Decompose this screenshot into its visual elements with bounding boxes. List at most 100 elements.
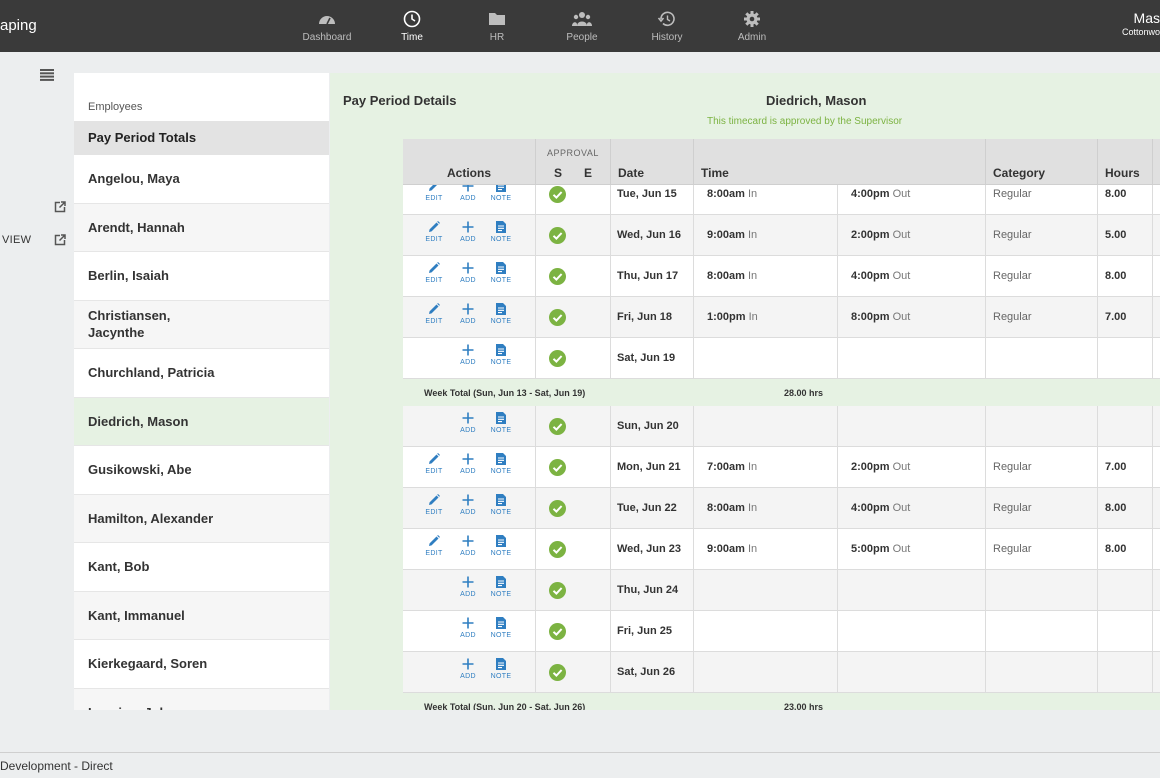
table-row: ADD NOTE Sat, Jun 19 <box>403 338 1160 379</box>
employee-list-item[interactable]: Diedrich, Mason <box>74 397 329 446</box>
note-button[interactable]: NOTE <box>488 261 514 284</box>
employee-name: Churchland, Patricia <box>88 365 215 381</box>
table-row: EDIT ADD NOTE Tue, Jun 22 8:00am In 4:00pm Ou… <box>403 488 1160 529</box>
edit-label: EDIT <box>425 236 443 243</box>
time-in[interactable]: 9:00am In <box>707 229 757 241</box>
note-icon <box>496 221 506 233</box>
time-in[interactable]: 8:00am In <box>707 270 757 282</box>
add-button[interactable]: ADD <box>455 343 481 366</box>
time-out[interactable]: 2:00pm Out <box>851 229 910 241</box>
time-in[interactable]: 8:00am In <box>707 188 757 200</box>
folder-icon <box>489 13 505 25</box>
employee-name: Kant, Bob <box>88 559 150 575</box>
employee-list-item[interactable]: Angelou, Maya <box>74 155 329 204</box>
time-out[interactable]: 2:00pm Out <box>851 461 910 473</box>
plus-icon <box>462 535 474 547</box>
row-date: Fri, Jun 25 <box>617 625 673 637</box>
edit-button[interactable]: EDIT <box>421 493 447 516</box>
time-out[interactable]: 5:00pm Out <box>851 543 910 555</box>
note-icon <box>496 617 506 629</box>
add-button[interactable]: ADD <box>455 261 481 284</box>
note-button[interactable]: NOTE <box>488 452 514 475</box>
view-link[interactable]: VIEW <box>2 234 31 246</box>
nav-dashboard[interactable]: Dashboard <box>287 10 367 43</box>
employee-list-item[interactable]: Churchland, Patricia <box>74 349 329 398</box>
edit-button[interactable]: EDIT <box>421 220 447 243</box>
note-button[interactable]: NOTE <box>488 220 514 243</box>
employee-list-item[interactable]: Kant, Bob <box>74 543 329 592</box>
employee-name: Gusikowski, Abe <box>88 462 192 478</box>
external-link-icon[interactable] <box>54 201 66 213</box>
add-button[interactable]: ADD <box>455 185 481 202</box>
time-out[interactable]: 4:00pm Out <box>851 188 910 200</box>
note-button[interactable]: NOTE <box>488 575 514 598</box>
note-label: NOTE <box>490 591 512 598</box>
add-label: ADD <box>460 632 476 639</box>
add-label: ADD <box>460 591 476 598</box>
note-button[interactable]: NOTE <box>488 616 514 639</box>
time-in[interactable]: 7:00am In <box>707 461 757 473</box>
employee-list-item[interactable]: Christiansen, Jacynthe <box>74 300 329 349</box>
employee-list-item[interactable]: Kierkegaard, Soren <box>74 640 329 689</box>
edit-button[interactable]: EDIT <box>421 302 447 325</box>
row-date: Wed, Jun 16 <box>617 229 681 241</box>
plus-icon <box>462 185 474 192</box>
external-link-icon[interactable] <box>54 234 66 246</box>
table-row: ADD NOTE Thu, Jun 24 <box>403 570 1160 611</box>
table-body: EDIT ADD NOTE Tue, Jun 15 8:00am In 4:00pm Ou… <box>403 185 1160 710</box>
time-in[interactable]: 9:00am In <box>707 543 757 555</box>
employee-list-item[interactable]: Kant, Immanuel <box>74 591 329 640</box>
add-button[interactable]: ADD <box>455 657 481 680</box>
add-button[interactable]: ADD <box>455 452 481 475</box>
time-in[interactable]: 8:00am In <box>707 502 757 514</box>
nav-time[interactable]: Time <box>372 10 452 43</box>
add-button[interactable]: ADD <box>455 220 481 243</box>
note-button[interactable]: NOTE <box>488 493 514 516</box>
employee-name: Arendt, Hannah <box>88 219 185 235</box>
note-button[interactable]: NOTE <box>488 534 514 557</box>
time-out[interactable]: 4:00pm Out <box>851 270 910 282</box>
menu-icon[interactable] <box>40 69 54 81</box>
row-category: Regular <box>993 229 1032 241</box>
add-button[interactable]: ADD <box>455 616 481 639</box>
time-in[interactable]: 1:00pm In <box>707 311 758 323</box>
add-button[interactable]: ADD <box>455 493 481 516</box>
note-button[interactable]: NOTE <box>488 302 514 325</box>
edit-button[interactable]: EDIT <box>421 185 447 202</box>
nav-people[interactable]: People <box>542 10 622 43</box>
note-label: NOTE <box>490 550 512 557</box>
nav-history[interactable]: History <box>627 10 707 43</box>
employee-list-item[interactable]: Hamilton, Alexander <box>74 494 329 543</box>
time-out[interactable]: 4:00pm Out <box>851 502 910 514</box>
note-icon <box>496 344 506 356</box>
edit-button[interactable]: EDIT <box>421 534 447 557</box>
nav-hr[interactable]: HR <box>457 10 537 43</box>
add-button[interactable]: ADD <box>455 575 481 598</box>
row-hours: 7.00 <box>1105 311 1127 323</box>
row-date: Sun, Jun 20 <box>617 420 679 432</box>
note-button[interactable]: NOTE <box>488 657 514 680</box>
week-total-row: Week Total (Sun, Jun 20 - Sat, Jun 26) 23… <box>403 693 1160 710</box>
user-name[interactable]: Mas <box>1134 10 1160 26</box>
row-date: Thu, Jun 24 <box>617 584 679 596</box>
add-button[interactable]: ADD <box>455 534 481 557</box>
edit-button[interactable]: EDIT <box>421 261 447 284</box>
row-hours: 8.00 <box>1105 502 1127 514</box>
note-button[interactable]: NOTE <box>488 343 514 366</box>
note-button[interactable]: NOTE <box>488 185 514 202</box>
plus-icon <box>462 617 474 629</box>
pay-period-totals-item[interactable]: Pay Period Totals <box>74 121 329 155</box>
employee-list-item[interactable]: Gusikowski, Abe <box>74 446 329 495</box>
note-button[interactable]: NOTE <box>488 411 514 434</box>
edit-button[interactable]: EDIT <box>421 452 447 475</box>
employee-list-item[interactable]: Lacnian, John <box>74 688 329 710</box>
plus-icon <box>462 344 474 356</box>
employee-list-item[interactable]: Berlin, Isaiah <box>74 252 329 301</box>
time-out[interactable]: 8:00pm Out <box>851 311 910 323</box>
selected-employee-name: Diedrich, Mason <box>766 93 867 108</box>
add-button[interactable]: ADD <box>455 411 481 434</box>
add-button[interactable]: ADD <box>455 302 481 325</box>
in-label: In <box>747 461 758 473</box>
nav-admin[interactable]: Admin <box>712 10 792 43</box>
employee-list-item[interactable]: Arendt, Hannah <box>74 203 329 252</box>
